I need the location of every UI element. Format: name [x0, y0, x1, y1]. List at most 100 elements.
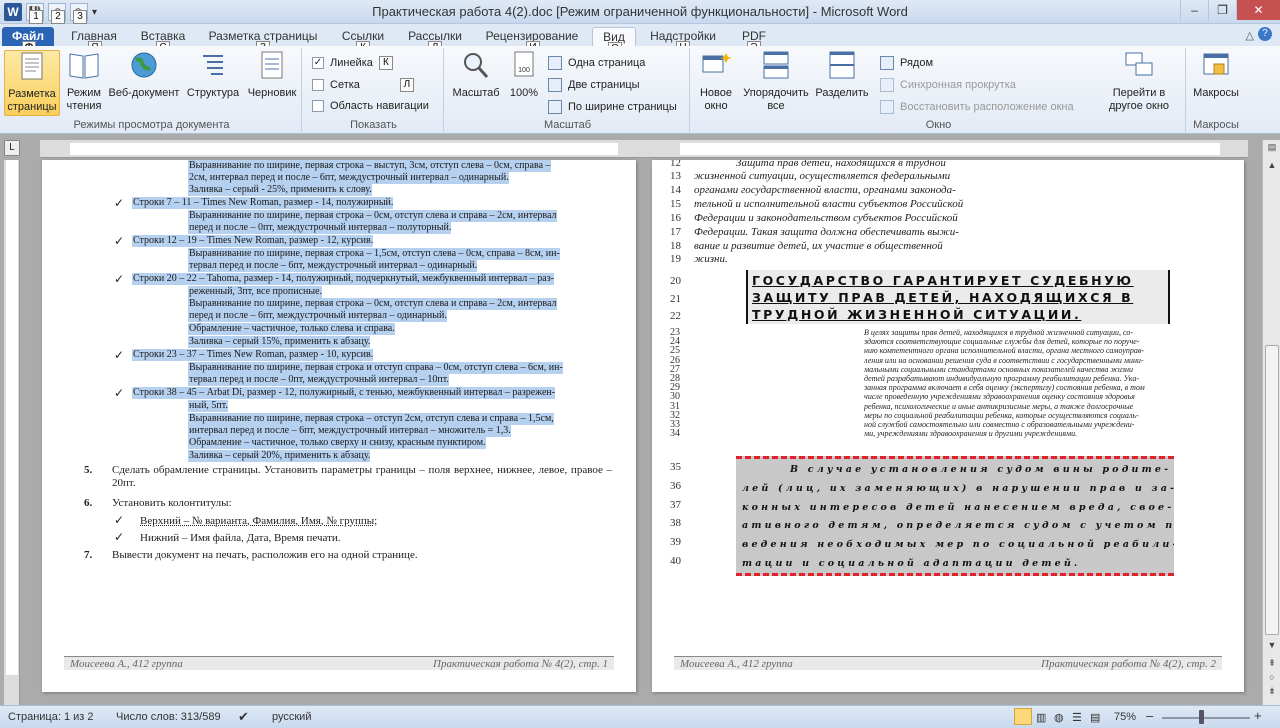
ruler-text-area	[680, 143, 1220, 155]
text-line: В случае установления судом вины родите-	[790, 464, 1172, 475]
text-line: ведения необходимых мер по социальной ре…	[742, 539, 1174, 551]
title-bar: W 💾1 ↶2 ↷3 ▾ Практическая работа 4(2).do…	[0, 0, 1280, 24]
zoom-in-button[interactable]: +	[1254, 708, 1262, 723]
line-number: 40	[670, 554, 681, 567]
language-indicator[interactable]: русский	[272, 711, 311, 723]
text-line: Выравнивание по ширине, первая строка – …	[188, 298, 557, 310]
word-counter[interactable]: Число слов: 313/589	[116, 711, 221, 723]
page-width-button[interactable]: По ширине страницы	[548, 100, 677, 114]
keytip: К	[378, 56, 393, 70]
zoom-level[interactable]: 75%	[1114, 711, 1136, 723]
scroll-thumb[interactable]	[1265, 345, 1279, 635]
help-icon[interactable]: ?	[1258, 27, 1272, 41]
close-button[interactable]: ✕	[1236, 0, 1280, 20]
page-counter[interactable]: Страница: 1 из 2	[8, 711, 94, 723]
scroll-up-icon[interactable]: ▲	[1265, 160, 1279, 174]
gridlines-checkbox[interactable]: Сетка Л	[312, 78, 414, 92]
small-text: В целях защиты прав детей, находящихся в…	[864, 328, 1219, 438]
next-page-icon[interactable]: ⇟	[1265, 686, 1279, 700]
macros-label: Макросы	[1193, 87, 1239, 99]
scroll-down-icon[interactable]: ▼	[1265, 640, 1279, 654]
document-page-1[interactable]: Выравнивание по ширине, первая строка – …	[42, 160, 636, 692]
print-layout-view-icon[interactable]	[1014, 708, 1032, 725]
tab-pdf[interactable]: PDFЭ	[736, 27, 772, 55]
reading-view-icon[interactable]: ▥	[1036, 711, 1046, 724]
tab-review[interactable]: РецензированиеИ	[480, 27, 584, 55]
print-layout-button[interactable]: Разметка страницы	[4, 50, 60, 116]
web-view-icon[interactable]: ◍	[1054, 711, 1064, 724]
draft-button[interactable]: Черновик	[244, 50, 300, 100]
tab-file[interactable]: ФайлФ	[2, 27, 54, 55]
outline-button[interactable]: Структура	[184, 50, 242, 100]
outline-icon	[203, 55, 223, 75]
group-label: Показать	[350, 119, 397, 131]
line-number: 36	[670, 479, 681, 492]
footer-right: Практическая работа № 4(2), стр. 2	[1041, 658, 1216, 670]
web-layout-button[interactable]: Веб-документ	[106, 50, 182, 100]
two-pages-button[interactable]: Две страницы	[548, 78, 640, 92]
arrange-all-button[interactable]: Упорядочить все	[740, 50, 812, 113]
split-button[interactable]: Разделить	[814, 50, 870, 100]
horizontal-ruler[interactable]	[40, 140, 1248, 158]
browse-object-icon[interactable]: ○	[1265, 672, 1279, 686]
reading-mode-label: Режим чтения	[66, 87, 102, 112]
ruler-checkbox[interactable]: ✓ Линейка К	[312, 56, 393, 70]
text-line: тервал перед и после – 6пт, междустрочны…	[188, 260, 478, 272]
minimize-button[interactable]: –	[1180, 0, 1208, 20]
side-by-side-button[interactable]: Рядом	[880, 56, 933, 70]
tab-addins[interactable]: НадстройкиН	[648, 27, 718, 55]
group-show: ✓ Линейка К Сетка Л Область навигации Показ…	[304, 48, 444, 132]
text-line: тации и социальной адаптации детей.	[742, 557, 1081, 569]
tab-selector-button[interactable]: L	[4, 140, 20, 156]
macros-button[interactable]: Макросы	[1190, 50, 1242, 100]
zoom-100-button[interactable]: 100 100%	[504, 50, 544, 100]
switch-windows-button[interactable]: Перейти в другое окно	[1098, 50, 1180, 113]
group-label: Масштаб	[543, 119, 592, 131]
zoom-slider-thumb[interactable]	[1199, 710, 1204, 724]
vertical-scrollbar[interactable]: ▤ ▲ ▼ ⇞ ○ ⇟	[1262, 140, 1280, 705]
text-line: Выравнивание по ширине, первая строка – …	[188, 160, 551, 172]
text-line: Строки 12 – 19 – Times New Roman, размер…	[132, 235, 374, 247]
text-line: интервал перед и после – 6пт, междустроч…	[188, 425, 511, 437]
zoom-button[interactable]: Масштаб	[450, 50, 502, 100]
one-page-button[interactable]: Одна страница	[548, 56, 645, 70]
page-width-icon	[548, 100, 562, 114]
window-controls: – ❐ ✕	[1180, 0, 1280, 20]
zoom-out-button[interactable]: –	[1146, 708, 1153, 723]
reading-mode-button[interactable]: Режим чтения	[64, 50, 104, 113]
ruler-text-area	[6, 160, 18, 675]
tab-home[interactable]: ГлавнаяЯ	[66, 27, 122, 55]
reset-window-button[interactable]: Восстановить расположение окна	[880, 100, 1074, 114]
text-line: Выравнивание по ширине, первая строка и …	[188, 362, 563, 374]
group-label: Макросы	[1193, 119, 1239, 131]
text-line: Федерации и законодательством субъектов …	[694, 212, 958, 224]
draft-view-icon[interactable]: ▤	[1090, 711, 1100, 724]
new-window-button[interactable]: Новое окно	[694, 50, 738, 113]
tab-insert[interactable]: ВставкаС	[136, 27, 190, 55]
split-icon	[829, 51, 855, 79]
arrange-all-label: Упорядочить все	[743, 87, 809, 112]
line-number: 18	[670, 240, 681, 252]
text-line: Заливка – серый 20%, применить к абзацу.	[188, 450, 371, 462]
tab-view[interactable]: ВидО	[592, 27, 636, 56]
globe-icon	[131, 52, 157, 78]
navigation-pane-checkbox[interactable]: Область навигации	[312, 100, 429, 112]
proofing-icon[interactable]: ✔	[238, 709, 249, 725]
line-number: 35	[670, 461, 681, 473]
maximize-button[interactable]: ❐	[1208, 0, 1236, 20]
tab-page-layout[interactable]: Разметка страницыЗ	[206, 27, 320, 55]
collapse-ribbon-icon[interactable]: △	[1246, 29, 1254, 42]
vertical-ruler[interactable]	[4, 160, 20, 705]
tab-mailings[interactable]: РассылкиЛ	[404, 27, 466, 55]
sync-scroll-button[interactable]: Синхронная прокрутка	[880, 78, 1016, 92]
document-page-2[interactable]: 12 Защита прав детей, находящихся в труд…	[652, 160, 1244, 692]
text-line: мальными социальными стандартами основны…	[864, 364, 1133, 374]
previous-page-icon[interactable]: ⇞	[1265, 658, 1279, 672]
heading-box: ГОСУДАРСТВО ГАРАНТИРУЕТ СУДЕБНУЮ ЗАЩИТУ …	[746, 270, 1170, 324]
text-line: Заливка – серый - 25%, применить к слову…	[188, 184, 372, 196]
tab-references[interactable]: СсылкиК	[336, 27, 390, 55]
zoom-slider[interactable]	[1162, 717, 1250, 719]
outline-view-icon[interactable]: ☰	[1072, 711, 1082, 724]
ruler-toggle-icon[interactable]: ▤	[1265, 142, 1279, 156]
switch-windows-icon	[1125, 52, 1153, 76]
